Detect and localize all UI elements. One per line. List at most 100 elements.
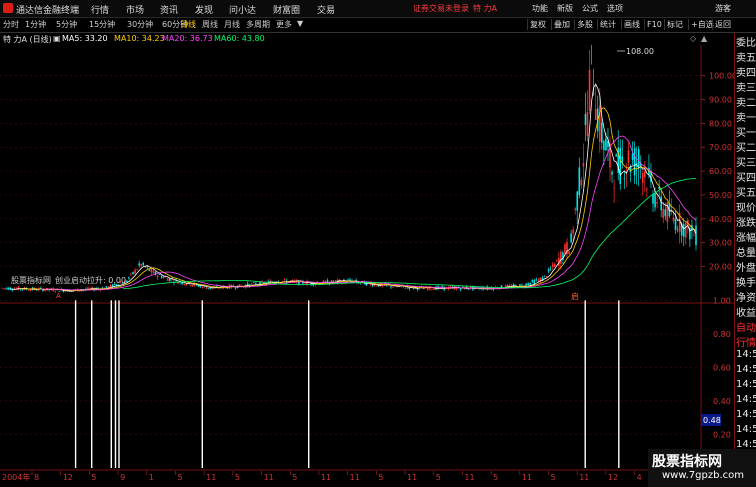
side-label: 14:5	[736, 364, 756, 375]
side-label: 买四	[736, 173, 756, 184]
candle-body	[641, 172, 644, 183]
side-label: 14:5	[736, 349, 756, 360]
candle-body	[191, 285, 194, 287]
f10-button[interactable]: F10	[644, 19, 664, 30]
statistics-button[interactable]: 统计	[597, 19, 618, 30]
candle-body	[584, 113, 587, 125]
tab-weekly[interactable]: 周线	[202, 19, 218, 30]
watermark: 股票指标网 www.7gpzb.com	[648, 449, 756, 487]
tab-daily[interactable]: 日线	[180, 19, 196, 30]
candle-body	[660, 196, 662, 211]
expand-icon[interactable]: ▣	[53, 34, 61, 43]
overlay-button[interactable]: 叠加	[551, 19, 572, 30]
menu-gongshi[interactable]: 公式	[582, 3, 598, 14]
candle-body	[459, 288, 462, 290]
candle-body	[656, 201, 658, 204]
candle-body	[646, 188, 648, 190]
candle-body	[531, 280, 534, 282]
candle-body	[527, 283, 529, 286]
login-warning[interactable]: 证券交易未登录	[413, 3, 469, 14]
candle-body	[625, 168, 628, 170]
title-bar: 通达信金融终端 行情 市场 资讯 发现 问小达 财富圈 交易 证券交易未登录 特…	[0, 0, 756, 18]
candle-body	[126, 280, 128, 282]
tab-fenshi[interactable]: 分时	[3, 19, 19, 30]
menu-faxian[interactable]: 发现	[195, 3, 213, 16]
tab-monthly[interactable]: 月线	[224, 19, 240, 30]
candle-body	[674, 218, 677, 230]
menu-xuanxiang[interactable]: 选项	[607, 3, 623, 14]
candle-body	[152, 270, 155, 274]
candle-body	[431, 289, 433, 290]
side-label: 自动	[736, 323, 756, 334]
menu-zixun[interactable]: 资讯	[160, 3, 178, 16]
indicator-y-tick: 0.20	[713, 430, 731, 439]
menu-xinban[interactable]: 新版	[557, 3, 573, 14]
y-tick-label: 70.00	[709, 143, 732, 152]
draw-line-button[interactable]: 画线	[621, 19, 642, 30]
tab-1min[interactable]: 1分钟	[25, 19, 46, 30]
tab-multi-period[interactable]: 多周期	[246, 19, 270, 30]
quote-side-panel: L 委比卖五卖四卖三卖二卖一买一买二买三买四买五现价涨跌涨幅总量外盘换手净资收益…	[734, 33, 756, 487]
candle-body	[615, 154, 617, 157]
menu-gongneng[interactable]: 功能	[532, 3, 548, 14]
more-arrow-icon[interactable]: ▼	[297, 19, 303, 28]
menu-wenxiaoda[interactable]: 问小达	[229, 3, 256, 16]
menu-shichang[interactable]: 市场	[126, 3, 144, 16]
candle-body	[652, 194, 654, 204]
x-axis-label: 5	[177, 473, 182, 482]
candle-body	[267, 280, 269, 282]
side-label: 委比	[736, 38, 756, 49]
user-guest[interactable]: 游客	[715, 3, 731, 14]
candle-body	[5, 287, 7, 289]
x-axis-label: 5	[235, 473, 240, 482]
candle-body	[572, 229, 574, 234]
candle-body	[371, 285, 374, 287]
period-toolbar: 分时 1分钟 5分钟 15分钟 30分钟 60分钟 日线 周线 月线 多周期 更…	[0, 18, 756, 33]
peak-price-label: 108.00	[626, 47, 654, 56]
multi-stock-button[interactable]: 多股	[574, 19, 595, 30]
candle-body	[386, 285, 388, 286]
candle-body	[44, 289, 46, 291]
chart-title: 特 力A (日线)	[3, 35, 52, 44]
x-axis-label: 5	[292, 473, 297, 482]
fuquan-button[interactable]: 复权	[527, 19, 548, 30]
candle-body	[132, 271, 134, 275]
candle-body	[543, 275, 546, 277]
candle-body	[160, 276, 163, 278]
candle-body	[560, 251, 562, 264]
candle-body	[619, 147, 622, 185]
menu-jiaoyi[interactable]: 交易	[317, 3, 335, 16]
side-label: 换手	[736, 278, 756, 289]
candle-body	[392, 286, 394, 288]
candle-body	[547, 269, 550, 272]
tab-more[interactable]: 更多	[276, 19, 292, 30]
kline-chart[interactable]: 20.00 30.00 40.00 50.00 60.00 70.00 80.00 90.00…	[0, 45, 734, 484]
tab-30min[interactable]: 30分钟	[127, 19, 153, 30]
ma5-label: MA5: 33.20	[62, 34, 108, 43]
candle-body	[433, 288, 435, 290]
candle-body	[570, 233, 572, 243]
tab-15min[interactable]: 15分钟	[89, 19, 115, 30]
menu-hangqing[interactable]: 行情	[91, 3, 109, 16]
candle-body	[197, 285, 200, 287]
candle-body	[654, 193, 656, 208]
mark-button[interactable]: 标记	[664, 19, 685, 30]
ma60-label: MA60: 43.80	[214, 34, 265, 43]
collapse-icon[interactable]: ▲	[701, 34, 707, 43]
menu-caifuquan[interactable]: 财富圈	[273, 3, 300, 16]
candle-body	[580, 179, 583, 186]
candle-body	[138, 263, 140, 266]
settings-icon[interactable]: ◇	[690, 34, 696, 43]
candle-body	[128, 277, 130, 279]
side-label: 涨幅	[736, 233, 756, 244]
app-name: 通达信金融终端	[16, 6, 80, 16]
candle-body	[537, 279, 540, 281]
indicator-name: 创业启动拉升: 0.00	[55, 275, 126, 285]
candle-body	[662, 208, 665, 218]
y-tick-label: 30.00	[709, 239, 732, 248]
y-tick-label: 60.00	[709, 167, 732, 176]
x-axis-label: 11	[464, 473, 474, 482]
candle-body	[553, 263, 556, 267]
tab-5min[interactable]: 5分钟	[56, 19, 77, 30]
back-button[interactable]: 返回	[712, 19, 733, 30]
